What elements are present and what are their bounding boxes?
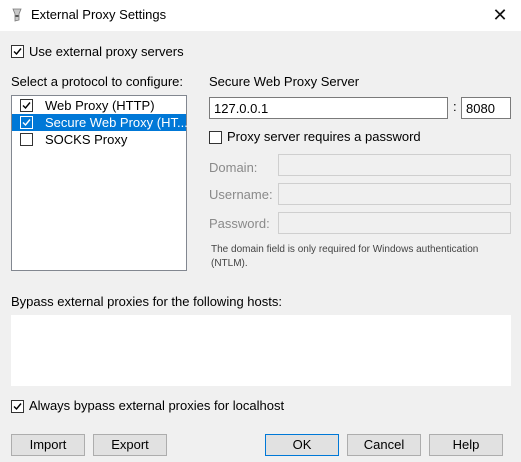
bypass-localhost-checkbox[interactable] (11, 400, 24, 413)
domain-field (278, 154, 511, 176)
username-label: Username: (209, 187, 273, 202)
protocol-item-socks[interactable]: SOCKS Proxy (12, 131, 186, 148)
requires-password-label[interactable]: Proxy server requires a password (227, 129, 421, 144)
password-field (278, 212, 511, 234)
bypass-localhost-label[interactable]: Always bypass external proxies for local… (29, 398, 284, 413)
proxy-host-input[interactable] (209, 97, 448, 119)
export-button[interactable]: Export (93, 434, 167, 456)
proxy-port-input[interactable] (461, 97, 511, 119)
requires-password-checkbox[interactable] (209, 131, 222, 144)
bypass-heading: Bypass external proxies for the followin… (11, 294, 282, 309)
import-button[interactable]: Import (11, 434, 85, 456)
cancel-button[interactable]: Cancel (347, 434, 421, 456)
protocol-checkbox-http[interactable] (20, 99, 33, 112)
protocol-label-http: Web Proxy (HTTP) (45, 98, 155, 113)
ok-button[interactable]: OK (265, 434, 339, 456)
username-field (278, 183, 511, 205)
use-external-proxy-label[interactable]: Use external proxy servers (29, 44, 184, 59)
window-title: External Proxy Settings (31, 7, 167, 22)
protocol-list[interactable]: Web Proxy (HTTP) Secure Web Proxy (HT...… (11, 95, 188, 271)
protocol-item-https[interactable]: Secure Web Proxy (HT... (12, 114, 188, 131)
app-icon (11, 8, 23, 22)
domain-label: Domain: (209, 160, 258, 175)
protocol-item-http[interactable]: Web Proxy (HTTP) (12, 97, 186, 114)
protocol-label-https: Secure Web Proxy (HT... (45, 115, 188, 130)
protocol-label-socks: SOCKS Proxy (45, 132, 128, 147)
domain-note: The domain field is only required for Wi… (211, 244, 479, 269)
help-button[interactable]: Help (429, 434, 503, 456)
bypass-hosts-textarea[interactable] (11, 315, 511, 386)
protocol-heading: Select a protocol to configure: (11, 74, 183, 89)
use-external-proxy-checkbox[interactable] (11, 45, 24, 58)
protocol-checkbox-socks[interactable] (20, 133, 33, 146)
password-label: Password: (209, 216, 270, 231)
host-port-separator: : (453, 99, 457, 114)
close-icon[interactable]: ✕ (489, 4, 511, 26)
server-heading: Secure Web Proxy Server (209, 74, 360, 89)
protocol-checkbox-https[interactable] (20, 116, 33, 129)
